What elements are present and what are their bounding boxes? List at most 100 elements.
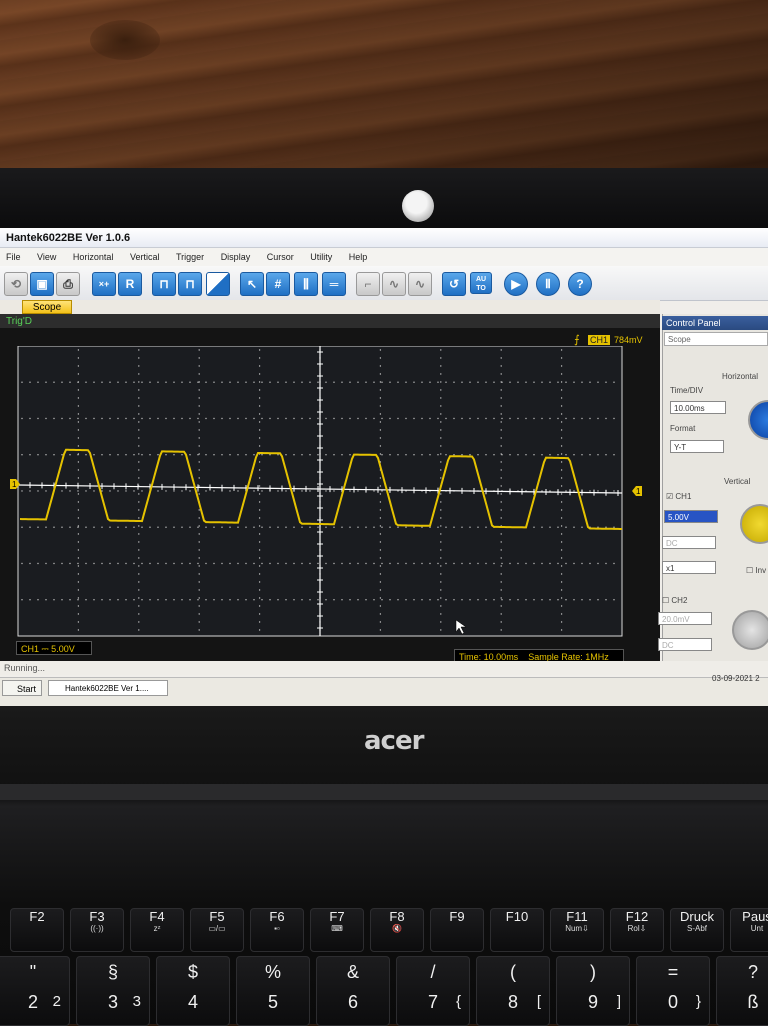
grid-dot xyxy=(421,562,423,565)
ch1-checkbox[interactable]: ☑ CH1 xyxy=(666,492,691,501)
timediv-select[interactable]: 10.00ms xyxy=(670,401,726,414)
grid-dot xyxy=(437,381,439,383)
key-f8[interactable]: F8 🔇 xyxy=(370,908,424,952)
step-wave-icon[interactable]: ⌐ xyxy=(356,272,380,296)
ch1-coupling-select[interactable]: DC xyxy=(662,536,716,549)
vertical-cursor-icon[interactable]: ⫼ xyxy=(294,272,318,296)
key-4[interactable]: $4 xyxy=(156,956,230,1026)
menu-vertical[interactable]: Vertical xyxy=(130,252,160,262)
grid-dot xyxy=(357,381,359,383)
print-icon[interactable]: ⎙ xyxy=(56,272,80,296)
invert-checkbox[interactable]: ☐ Inv xyxy=(746,566,766,575)
key-druck[interactable]: Druck S-Abf xyxy=(670,908,724,952)
grid-dot xyxy=(133,526,135,528)
grid-dot xyxy=(198,461,200,463)
grid-dot xyxy=(21,526,23,528)
menu-view[interactable]: View xyxy=(37,252,56,262)
taskbar-item-hantek[interactable]: Hantek6022BE Ver 1.... xyxy=(48,680,168,696)
grid-dot xyxy=(205,490,207,492)
math-icon[interactable]: ×+ xyxy=(92,272,116,296)
grid-dot xyxy=(581,381,583,383)
grid-dot xyxy=(597,599,599,601)
key-f4[interactable]: F4 zᶻ xyxy=(130,908,184,952)
control-panel-scope-field[interactable]: Scope xyxy=(664,332,768,346)
key-f3[interactable]: F3 ((·)) xyxy=(70,908,124,952)
menu-file[interactable]: File xyxy=(6,252,21,262)
menu-horizontal[interactable]: Horizontal xyxy=(73,252,114,262)
square-wave-icon[interactable]: ⊓ xyxy=(152,272,176,296)
menu-help[interactable]: Help xyxy=(349,252,368,262)
horizontal-cursor-icon[interactable]: ═ xyxy=(322,272,346,296)
grid-dot xyxy=(285,526,287,528)
pause-icon[interactable]: Ⅱ xyxy=(536,272,560,296)
grid-icon[interactable]: # xyxy=(266,272,290,296)
grid-dot xyxy=(349,599,351,601)
grid-dot xyxy=(500,437,502,439)
grid-dot xyxy=(440,533,442,535)
ramp-wave-icon[interactable]: ∿ xyxy=(382,272,406,296)
pulse-icon[interactable]: ⊓ xyxy=(178,272,202,296)
ramp-icon[interactable] xyxy=(206,272,230,296)
help-icon[interactable]: ? xyxy=(568,272,592,296)
key-7[interactable]: {/7 xyxy=(396,956,470,1026)
grid-dot xyxy=(277,490,279,492)
key-5[interactable]: % 5 xyxy=(236,956,310,1026)
menu-utility[interactable]: Utility xyxy=(310,252,332,262)
open-icon[interactable]: ⟲ xyxy=(4,272,28,296)
ch2-volts-knob[interactable] xyxy=(732,610,768,650)
key-paus[interactable]: PausUnt xyxy=(730,908,768,952)
key-8[interactable]: [(8 xyxy=(476,956,550,1026)
menu-cursor[interactable]: Cursor xyxy=(267,252,294,262)
grid-dot xyxy=(500,629,502,631)
ch1-volts-select[interactable]: 5.00V xyxy=(664,510,718,523)
grid-dot xyxy=(333,417,335,420)
key-f10[interactable]: F10 xyxy=(490,908,544,952)
key-f6[interactable]: F6 ▪▫ xyxy=(250,908,304,952)
grid-dot xyxy=(517,599,519,601)
grid-dot xyxy=(517,417,519,420)
key-0[interactable]: } = 0 xyxy=(636,956,710,1026)
play-icon[interactable]: ▶ xyxy=(504,272,528,296)
grid-dot xyxy=(245,526,247,528)
grid-dot xyxy=(213,381,215,383)
grid-dot xyxy=(258,621,261,623)
reference-button[interactable]: R xyxy=(118,272,142,296)
grid-dot xyxy=(440,605,442,607)
grid-dot xyxy=(500,389,502,391)
grid-dot xyxy=(379,621,382,623)
key-2[interactable]: 2 " 2 xyxy=(0,956,70,1026)
key-6[interactable]: & 6 xyxy=(316,956,390,1026)
key-9[interactable]: ]) 9 xyxy=(556,956,630,1026)
cursor-icon[interactable]: ↖ xyxy=(240,272,264,296)
key-f7[interactable]: F7 ⌨ xyxy=(310,908,364,952)
grid-dot xyxy=(77,541,80,543)
key-f5[interactable]: F5 ▭/▭ xyxy=(190,908,244,952)
key-3[interactable]: 3 § 3 xyxy=(76,956,150,1026)
key-ß[interactable]: ? ß xyxy=(716,956,768,1026)
grid-dot xyxy=(365,526,367,528)
key-f11[interactable]: F11 Num⇩ xyxy=(550,908,604,952)
menu-display[interactable]: Display xyxy=(221,252,251,262)
save-icon[interactable]: ▣ xyxy=(30,272,54,296)
trigger-channel: CH1 xyxy=(588,335,611,345)
key-f2[interactable]: F2 xyxy=(10,908,64,952)
grid-dot xyxy=(557,417,559,420)
grid-dot xyxy=(37,490,39,492)
grid-dot xyxy=(258,573,261,575)
sine-wave-icon[interactable]: ∿ xyxy=(408,272,432,296)
grid-dot xyxy=(557,599,559,601)
ch2-coupling-select[interactable]: DC xyxy=(658,638,712,651)
key-f9[interactable]: F9 xyxy=(430,908,484,952)
ch2-volts-select[interactable]: 20.0mV xyxy=(658,612,712,625)
refresh-icon[interactable]: ↺ xyxy=(442,272,466,296)
key-f12[interactable]: F12 Rol⇩ xyxy=(610,908,664,952)
start-button[interactable]: Start xyxy=(2,680,42,696)
grid-dot xyxy=(309,417,311,420)
format-select[interactable]: Y-T xyxy=(670,440,724,453)
ch1-probe-select[interactable]: x1 xyxy=(662,561,716,574)
menu-trigger[interactable]: Trigger xyxy=(176,252,204,262)
auto-button[interactable]: AU TO xyxy=(470,272,492,294)
ch2-checkbox[interactable]: ☐ CH2 xyxy=(662,596,687,605)
grid-dot xyxy=(573,562,575,565)
tab-scope[interactable]: Scope xyxy=(22,300,72,314)
